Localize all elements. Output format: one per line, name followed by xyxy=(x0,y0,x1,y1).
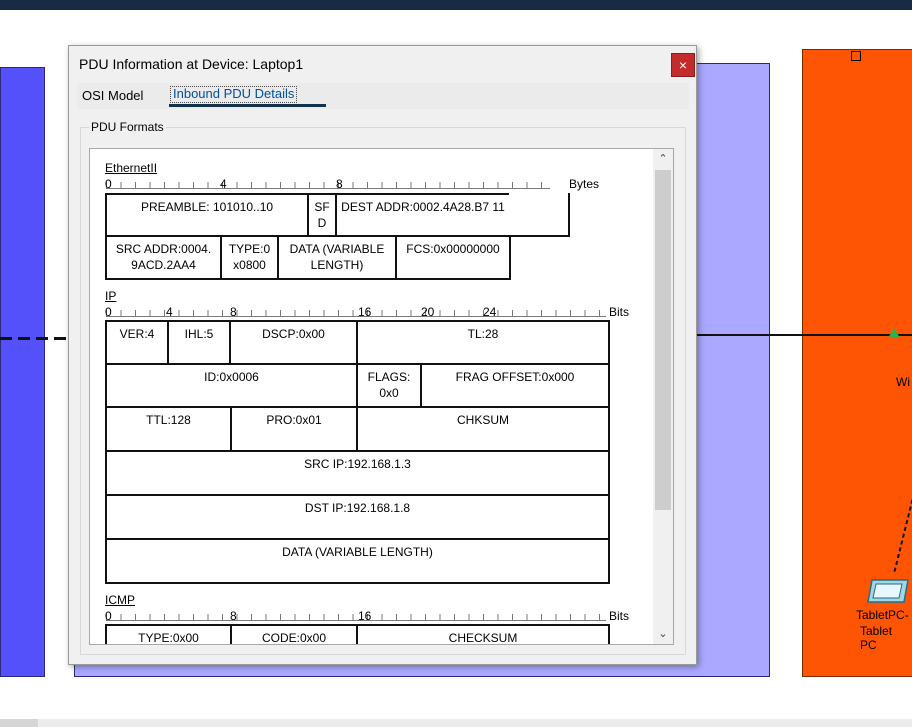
dest-addr-field: DEST ADDR:0002.4A28.B7 11 xyxy=(335,193,511,237)
sfd-field: SF D xyxy=(307,193,337,237)
network-link xyxy=(697,334,912,336)
ip-tick: 0 xyxy=(105,305,112,319)
ethernet-data-field: DATA (VARIABLE LENGTH) xyxy=(277,235,397,280)
close-button[interactable]: × xyxy=(671,53,695,77)
tab-inbound-pdu-details[interactable]: Inbound PDU Details xyxy=(170,86,298,103)
selection-handle[interactable] xyxy=(851,51,861,61)
preamble-field: PREAMBLE: 101010..10 xyxy=(105,193,309,237)
ip-dscp-field: DSCP:0x00 xyxy=(229,320,358,365)
horizontal-scrollbar-thumb[interactable] xyxy=(0,719,38,727)
device-type-label: Tablet PC xyxy=(860,624,893,652)
icmp-tick: 8 xyxy=(230,609,237,623)
ip-tick: 24 xyxy=(483,305,497,319)
tablet-pc-icon[interactable] xyxy=(866,578,910,604)
ip-tick: 8 xyxy=(230,305,237,319)
ip-id-field: ID:0x0006 xyxy=(105,363,358,408)
icmp-ruler xyxy=(106,614,606,621)
icmp-unit: Bits xyxy=(609,609,630,623)
ip-tick: 16 xyxy=(358,305,372,319)
icmp-tick: 16 xyxy=(358,609,372,623)
pdu-formats-panel: EthernetII 0 4 8 Bytes PREAMBLE: 101010.… xyxy=(89,148,674,645)
pdu-formats-content: EthernetII 0 4 8 Bytes PREAMBLE: 101010.… xyxy=(90,149,653,644)
scroll-up-button[interactable]: ⌃ xyxy=(653,149,673,169)
ethernet-unit: Bytes xyxy=(569,177,600,191)
ethernet-tick: 0 xyxy=(105,177,112,191)
ip-checksum-field: CHKSUM xyxy=(356,406,610,452)
pdu-formats-label: PDU Formats xyxy=(89,120,166,134)
dest-addr-continuation xyxy=(509,193,570,237)
ip-tick: 4 xyxy=(166,305,173,319)
icmp-checksum-field: CHECKSUM xyxy=(356,624,610,644)
ethernet-section-title: EthernetII xyxy=(105,161,158,175)
ethernet-ruler xyxy=(106,182,550,189)
ip-ruler xyxy=(106,310,606,317)
device-label: TabletPC- xyxy=(856,608,909,622)
vertical-scrollbar[interactable]: ⌃ ⌄ xyxy=(653,149,673,644)
scrollbar-thumb[interactable] xyxy=(655,170,671,510)
ip-ihl-field: IHL:5 xyxy=(167,320,231,365)
src-addr-field: SRC ADDR:0004. 9ACD.2AA4 xyxy=(105,235,222,280)
ip-total-length-field: TL:28 xyxy=(356,320,610,365)
icmp-type-field: TYPE:0x00 xyxy=(105,624,232,644)
pdu-information-dialog: PDU Information at Device: Laptop1 × OSI… xyxy=(68,45,697,665)
icmp-section-title: ICMP xyxy=(105,593,135,607)
icmp-code-field: CODE:0x00 xyxy=(230,624,358,644)
ip-version-field: VER:4 xyxy=(105,320,169,365)
dialog-title: PDU Information at Device: Laptop1 xyxy=(79,56,304,72)
type-field: TYPE:0 x0800 xyxy=(220,235,279,280)
dashed-link xyxy=(0,337,70,340)
tab-osi-model[interactable]: OSI Model xyxy=(82,88,143,103)
icmp-tick: 0 xyxy=(105,609,112,623)
ip-protocol-field: PRO:0x01 xyxy=(230,406,358,452)
ethernet-tick: 8 xyxy=(336,177,343,191)
ip-data-field: DATA (VARIABLE LENGTH) xyxy=(105,538,610,584)
ip-src-field: SRC IP:192.168.1.3 xyxy=(105,450,610,496)
fcs-field: FCS:0x00000000 xyxy=(395,235,511,280)
ip-tick: 20 xyxy=(421,305,435,319)
ip-ttl-field: TTL:128 xyxy=(105,406,232,452)
top-bar xyxy=(0,0,912,10)
ethernet-tick: 4 xyxy=(220,177,227,191)
link-status-indicator xyxy=(888,328,900,338)
tab-strip: OSI Model Inbound PDU Details xyxy=(77,83,689,109)
cluster-area-left[interactable] xyxy=(0,67,45,677)
ip-dst-field: DST IP:192.168.1.8 xyxy=(105,494,610,540)
wireless-label: Wi xyxy=(896,375,910,389)
horizontal-scrollbar[interactable] xyxy=(0,719,912,727)
ip-flags-field: FLAGS: 0x0 xyxy=(356,363,422,408)
ip-frag-offset-field: FRAG OFFSET:0x000 xyxy=(420,363,610,408)
scroll-down-button[interactable]: ⌄ xyxy=(653,624,673,644)
ip-unit: Bits xyxy=(609,305,630,319)
ip-section-title: IP xyxy=(105,289,117,303)
active-tab-indicator xyxy=(169,104,326,107)
